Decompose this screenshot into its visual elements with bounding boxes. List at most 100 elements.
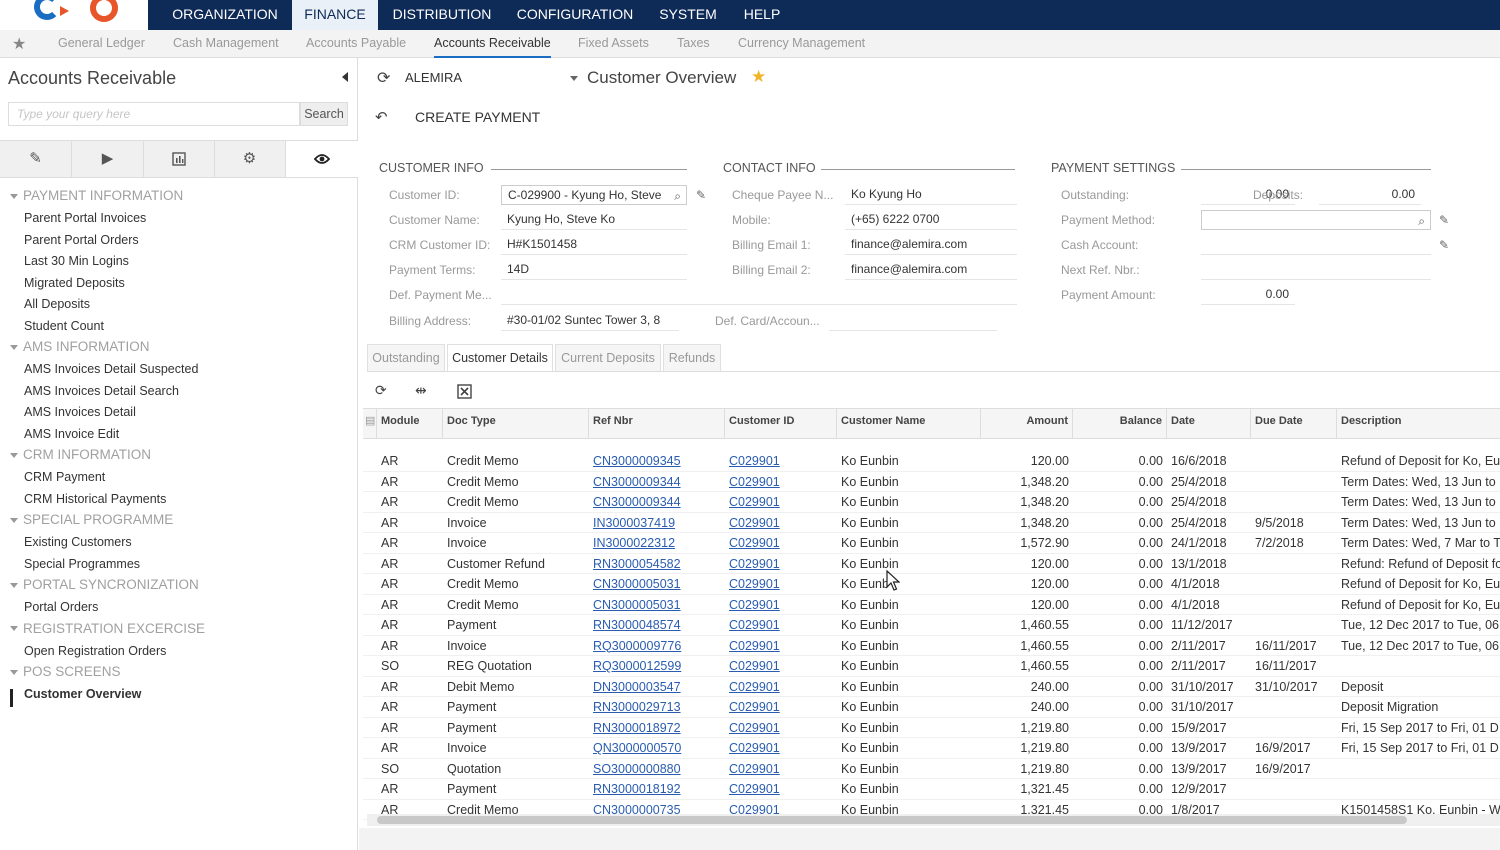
cell-customer-id[interactable]: C029901 [725,595,837,615]
cell-customer-id[interactable]: C029901 [725,472,837,492]
sidebar-item[interactable]: Existing Customers [24,535,132,549]
tab-refunds[interactable]: Refunds [663,344,721,372]
sidebar-item[interactable]: Parent Portal Orders [24,233,139,247]
topnav-organization[interactable]: ORGANIZATION [160,0,290,30]
sidebar-item[interactable]: All Deposits [24,297,90,311]
sidebar-item[interactable]: AMS Invoice Edit [24,427,119,441]
column-header-module[interactable]: Module [377,409,443,439]
sidebar-section-header[interactable]: PAYMENT INFORMATION [10,188,183,203]
column-header-amount[interactable]: Amount [981,409,1073,439]
table-row[interactable]: AR Credit Memo CN3000009344 C029901 Ko Eunbi… [363,492,1500,513]
table-row[interactable]: AR Debit Memo DN3000003547 C029901 Ko Eunbin… [363,677,1500,697]
cell-ref-nbr[interactable]: QN3000000570 [589,738,725,758]
column-header-due-date[interactable]: Due Date [1251,409,1337,439]
customer-id-selector[interactable]: C-029900 - Kyung Ho, Steve ⌕ [501,185,687,205]
favorites-star-icon[interactable]: ★ [12,34,26,54]
column-header-ref-nbr[interactable]: Ref Nbr [589,409,725,439]
cell-customer-id[interactable]: C029901 [725,492,837,512]
cell-customer-id[interactable]: C029901 [725,451,837,471]
edit-payment-method-pencil-icon[interactable]: ✎ [1439,213,1449,227]
cell-ref-nbr[interactable]: RQ3000009776 [589,636,725,656]
company-dropdown-caret-icon[interactable] [570,76,578,81]
subnav-general-ledger[interactable]: General Ledger [58,30,145,58]
cell-customer-id[interactable]: C029901 [725,513,837,533]
column-header-description[interactable]: Description [1337,409,1500,439]
sidebar-item[interactable]: CRM Payment [24,470,105,484]
next-ref-nbr-field[interactable] [1201,260,1431,280]
sidebar-search-button[interactable]: Search [300,102,348,126]
cell-ref-nbr[interactable]: DN3000003547 [589,677,725,697]
collapse-caret-icon[interactable] [10,517,18,523]
lookup-search-icon[interactable]: ⌕ [674,187,681,205]
topnav-distribution[interactable]: DISTRIBUTION [386,0,498,30]
horizontal-scrollbar[interactable] [367,814,1500,826]
table-row[interactable]: AR Invoice IN3000037419 C029901 Ko Eunbin 1,3… [363,513,1500,533]
sidebar-section-header[interactable]: POS SCREENS [10,664,121,679]
collapse-caret-icon[interactable] [10,452,18,458]
settings-gear-icon[interactable]: ⚙ [214,141,286,177]
collapse-sidebar-icon[interactable] [342,72,348,82]
topnav-system[interactable]: SYSTEM [652,0,724,30]
sidebar-item[interactable]: Student Count [24,319,104,333]
subnav-taxes[interactable]: Taxes [677,30,710,58]
tab-customer-details[interactable]: Customer Details [447,344,553,372]
collapse-caret-icon[interactable] [10,193,18,199]
table-row[interactable]: AR Payment RN3000018192 C029901 Ko Eunbin 1,3… [363,779,1500,800]
payment-method-selector[interactable]: ⌕ [1201,210,1431,230]
edit-customer-pencil-icon[interactable]: ✎ [696,188,706,202]
table-row[interactable]: AR Invoice RQ3000009776 C029901 Ko Eunbin 1,4… [363,636,1500,656]
table-row[interactable]: AR Payment RN3000029713 C029901 Ko Eunbin 240… [363,697,1500,718]
sidebar-item[interactable]: Portal Orders [24,600,98,614]
sidebar-item[interactable]: AMS Invoices Detail Suspected [24,362,198,376]
topnav-help[interactable]: HELP [736,0,788,30]
sidebar-item[interactable]: Customer Overview [24,687,141,701]
cell-customer-id[interactable]: C029901 [725,697,837,717]
table-row[interactable]: AR Payment RN3000048574 C029901 Ko Eunbin 1,4… [363,615,1500,636]
sidebar-section-header[interactable]: PORTAL SYNCRONIZATION [10,577,199,592]
app-logo[interactable] [0,0,148,30]
cell-customer-id[interactable]: C029901 [725,554,837,574]
cell-ref-nbr[interactable]: IN3000037419 [589,513,725,533]
cell-customer-id[interactable]: C029901 [725,779,837,799]
collapse-caret-icon[interactable] [10,582,18,588]
cell-ref-nbr[interactable]: CN3000005031 [589,574,725,594]
subnav-accounts-receivable[interactable]: Accounts Receivable [434,30,551,58]
favorite-star-icon[interactable]: ★ [751,67,766,87]
table-row[interactable]: AR Credit Memo CN3000005031 C029901 Ko Eunbi… [363,595,1500,615]
cell-ref-nbr[interactable]: RN3000029713 [589,697,725,717]
lookup-search-icon[interactable]: ⌕ [1418,212,1425,230]
subnav-fixed-assets[interactable]: Fixed Assets [578,30,649,58]
sidebar-section-header[interactable]: CRM INFORMATION [10,447,151,462]
table-row[interactable]: SO REG Quotation RQ3000012599 C029901 Ko Eun… [363,656,1500,677]
table-row[interactable]: AR Invoice QN3000000570 C029901 Ko Eunbin 1,2… [363,738,1500,759]
cell-ref-nbr[interactable]: RN3000018972 [589,718,725,738]
table-row[interactable]: AR Customer Refund RN3000054582 C029901 Ko E… [363,554,1500,574]
cell-customer-id[interactable]: C029901 [725,615,837,635]
fit-columns-icon[interactable]: ⇹ [415,382,427,399]
sidebar-item[interactable]: Special Programmes [24,557,140,571]
cell-customer-id[interactable]: C029901 [725,533,837,553]
column-header-doc-type[interactable]: Doc Type [443,409,589,439]
sidebar-item[interactable]: Last 30 Min Logins [24,254,129,268]
subnav-cash-management[interactable]: Cash Management [173,30,279,58]
cell-customer-id[interactable]: C029901 [725,718,837,738]
table-row[interactable]: AR Credit Memo CN3000009344 C029901 Ko Eunbi… [363,472,1500,492]
table-row[interactable]: SO Quotation SO3000000880 C029901 Ko Eunbin 1… [363,759,1500,779]
export-excel-icon[interactable] [457,382,472,399]
cell-customer-id[interactable]: C029901 [725,677,837,697]
sidebar-item[interactable]: Parent Portal Invoices [24,211,146,225]
column-header-balance[interactable]: Balance [1073,409,1167,439]
cell-ref-nbr[interactable]: IN3000022312 [589,533,725,553]
table-row[interactable]: AR Credit Memo CN3000009345 C029901 Ko Eunbi… [363,451,1500,472]
tab-outstanding[interactable]: Outstanding [367,344,445,372]
create-payment-button[interactable]: CREATE PAYMENT [415,109,540,125]
undo-icon[interactable]: ↶ [375,108,388,126]
cell-ref-nbr[interactable]: RN3000018192 [589,779,725,799]
subnav-accounts-payable[interactable]: Accounts Payable [306,30,406,58]
cell-ref-nbr[interactable]: CN3000009344 [589,492,725,512]
cell-customer-id[interactable]: C029901 [725,656,837,676]
table-row[interactable]: AR Credit Memo CN3000005031 C029901 Ko Eunb 1… [363,574,1500,595]
sidebar-item[interactable]: CRM Historical Payments [24,492,166,506]
sidebar-item[interactable]: AMS Invoices Detail Search [24,384,179,398]
subnav-currency-management[interactable]: Currency Management [738,30,865,58]
